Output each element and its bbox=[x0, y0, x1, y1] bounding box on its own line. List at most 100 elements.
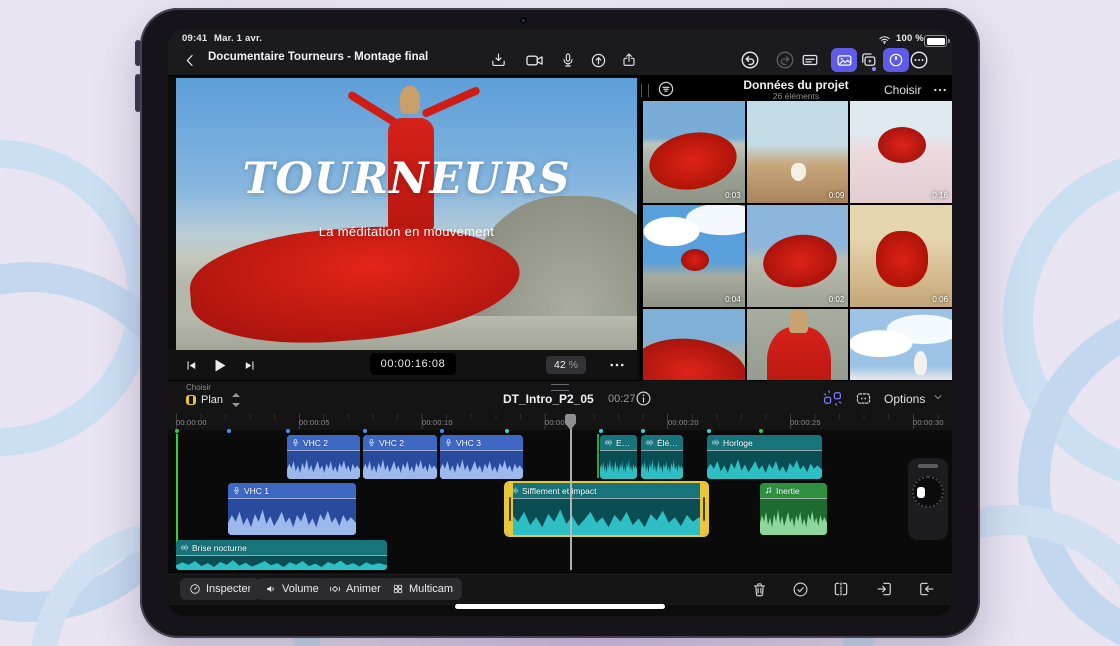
media-thumbnail[interactable] bbox=[850, 309, 952, 380]
ipad-frame: 09:41 Mar. 1 avr. 100 % Documentaire Tou… bbox=[140, 8, 980, 638]
trim-handle-left[interactable] bbox=[506, 483, 513, 535]
zoom-level-button[interactable]: 42 % bbox=[546, 356, 586, 374]
connections-button[interactable] bbox=[820, 389, 845, 407]
share-button[interactable] bbox=[617, 48, 641, 72]
jog-dial[interactable] bbox=[912, 476, 944, 508]
media-thumbnail[interactable] bbox=[643, 309, 745, 380]
audio-wave-icon bbox=[711, 438, 720, 447]
media-thumbnail[interactable]: 0:02 bbox=[746, 205, 849, 307]
animate-button[interactable]: Animer bbox=[320, 578, 390, 600]
marker-dot bbox=[599, 429, 603, 433]
import-media-button[interactable] bbox=[486, 48, 510, 72]
zoom-unit: % bbox=[568, 359, 579, 371]
jog-dial-icon bbox=[888, 52, 904, 68]
timeline-clip-vhc1[interactable]: VHC 1 bbox=[228, 483, 356, 535]
trim-handle-right[interactable] bbox=[700, 483, 707, 535]
redo-button[interactable] bbox=[773, 48, 797, 72]
chevron-left-icon bbox=[183, 53, 198, 68]
media-thumbnail[interactable]: 0:06 bbox=[850, 205, 952, 307]
timeline-drag-handle[interactable] bbox=[551, 384, 569, 391]
timeline-header-bar: Choisir Plan DT_Intro_P2_05 00:27 Option… bbox=[168, 380, 952, 415]
insert-clip-left-button[interactable] bbox=[873, 578, 897, 600]
viewer-more-button[interactable] bbox=[606, 354, 628, 376]
more-button[interactable] bbox=[907, 48, 931, 72]
playhead-line[interactable] bbox=[570, 414, 572, 570]
timeline-track-area[interactable]: VHC 2 VHC 2 VHC 3 E… Élév… bbox=[168, 434, 952, 572]
media-browser-button[interactable] bbox=[831, 48, 857, 72]
inspect-label: Inspecter bbox=[206, 583, 252, 595]
timeline-clip-vhc2b[interactable]: VHC 2 bbox=[363, 435, 437, 479]
media-thumbnail[interactable]: 0:03 bbox=[643, 101, 745, 203]
marker-dot bbox=[641, 429, 645, 433]
media-thumbnail[interactable] bbox=[746, 309, 849, 380]
clip-label: VHC 2 bbox=[303, 437, 329, 448]
top-toolbar: 09:41 Mar. 1 avr. 100 % Documentaire Tou… bbox=[168, 30, 952, 76]
timeline-clip-horloge[interactable]: Horloge bbox=[707, 435, 822, 479]
browser-more-button[interactable] bbox=[928, 78, 952, 102]
capture-button[interactable] bbox=[586, 48, 610, 72]
media-thumbnail[interactable]: 0:16 bbox=[850, 101, 952, 203]
play-button[interactable] bbox=[208, 354, 230, 376]
clip-waveform bbox=[600, 450, 637, 479]
zoom-value: 42 bbox=[553, 359, 566, 371]
multicam-label: Multicam bbox=[409, 583, 454, 595]
titles-button[interactable] bbox=[798, 48, 822, 72]
status-date: Mar. 1 avr. bbox=[214, 33, 263, 44]
back-button[interactable] bbox=[178, 48, 202, 72]
audio-wave-icon bbox=[604, 438, 613, 447]
video-viewer[interactable]: TOURNEURS La méditation en mouvement bbox=[176, 78, 637, 350]
audio-wave-icon bbox=[645, 438, 654, 447]
trash-icon bbox=[751, 581, 768, 598]
timeline-clip-e[interactable]: E… bbox=[600, 435, 637, 479]
go-to-end-button[interactable] bbox=[238, 354, 260, 376]
go-to-start-button[interactable] bbox=[180, 354, 202, 376]
options-button[interactable]: Options bbox=[884, 392, 925, 406]
choose-button[interactable]: Choisir bbox=[884, 78, 921, 102]
ellipsis-icon bbox=[932, 82, 948, 98]
record-voiceover-button[interactable] bbox=[556, 48, 580, 72]
home-indicator[interactable] bbox=[455, 604, 665, 609]
timeline-clip-elevation[interactable]: Élév… bbox=[641, 435, 683, 479]
photo-icon bbox=[836, 52, 853, 69]
duration-badge: 0:04 bbox=[725, 295, 741, 304]
effects-button[interactable] bbox=[856, 48, 880, 72]
media-thumbnail[interactable]: 0:04 bbox=[643, 205, 745, 307]
timeline-clip-sifflement-selected[interactable]: Sifflement et impact bbox=[504, 481, 709, 537]
inspect-button[interactable]: Inspecter bbox=[180, 578, 261, 600]
gauge-icon bbox=[189, 583, 201, 595]
overlay-frame-button[interactable] bbox=[852, 389, 874, 407]
volume-button[interactable]: Volume bbox=[256, 578, 328, 600]
clip-waveform bbox=[228, 498, 356, 535]
clip-type-stepper[interactable] bbox=[232, 393, 240, 407]
clip-info-button[interactable] bbox=[634, 389, 652, 407]
clip-waveform bbox=[641, 450, 683, 479]
mic-icon bbox=[232, 486, 241, 495]
jog-drag-handle[interactable] bbox=[918, 464, 938, 468]
timeline-clip-vhc2[interactable]: VHC 2 bbox=[287, 435, 360, 479]
multicam-button[interactable]: Multicam bbox=[383, 578, 463, 600]
timeline-clip-vhc3[interactable]: VHC 3 bbox=[440, 435, 523, 479]
ellipsis-icon bbox=[608, 356, 626, 374]
delete-clip-button[interactable] bbox=[747, 578, 771, 600]
viewer-title-overlay: TOURNEURS bbox=[242, 154, 571, 204]
transport-bar: 00:00:16:08 42 % bbox=[168, 350, 637, 380]
timeline-ruler[interactable]: 00:00:00 00:00:05 00:00:10 00:00:15 00:0… bbox=[168, 414, 952, 430]
timeline-clip-inertie[interactable]: Inertie bbox=[760, 483, 827, 535]
arrow-up-circle-icon bbox=[590, 52, 607, 69]
split-clip-button[interactable] bbox=[829, 578, 853, 600]
clip-label: Horloge bbox=[723, 437, 753, 448]
timeline-clip-brise-nocturne[interactable]: Brise nocturne bbox=[176, 540, 387, 570]
animate-label: Animer bbox=[346, 583, 381, 595]
tick-label: 00:00:00 bbox=[176, 418, 207, 427]
clip-waveform bbox=[440, 450, 523, 479]
insert-clip-right-button[interactable] bbox=[914, 578, 938, 600]
insert-clip-left-icon bbox=[876, 580, 894, 598]
undo-button[interactable] bbox=[738, 48, 762, 72]
jog-wheel-toggle-button[interactable] bbox=[883, 48, 909, 72]
enable-clip-button[interactable] bbox=[788, 578, 812, 600]
front-camera-dot bbox=[520, 17, 527, 24]
music-note-icon bbox=[764, 486, 773, 495]
record-video-button[interactable] bbox=[522, 48, 546, 72]
toolbar-divider bbox=[250, 581, 251, 597]
media-thumbnail[interactable]: 0:09 bbox=[746, 101, 849, 203]
